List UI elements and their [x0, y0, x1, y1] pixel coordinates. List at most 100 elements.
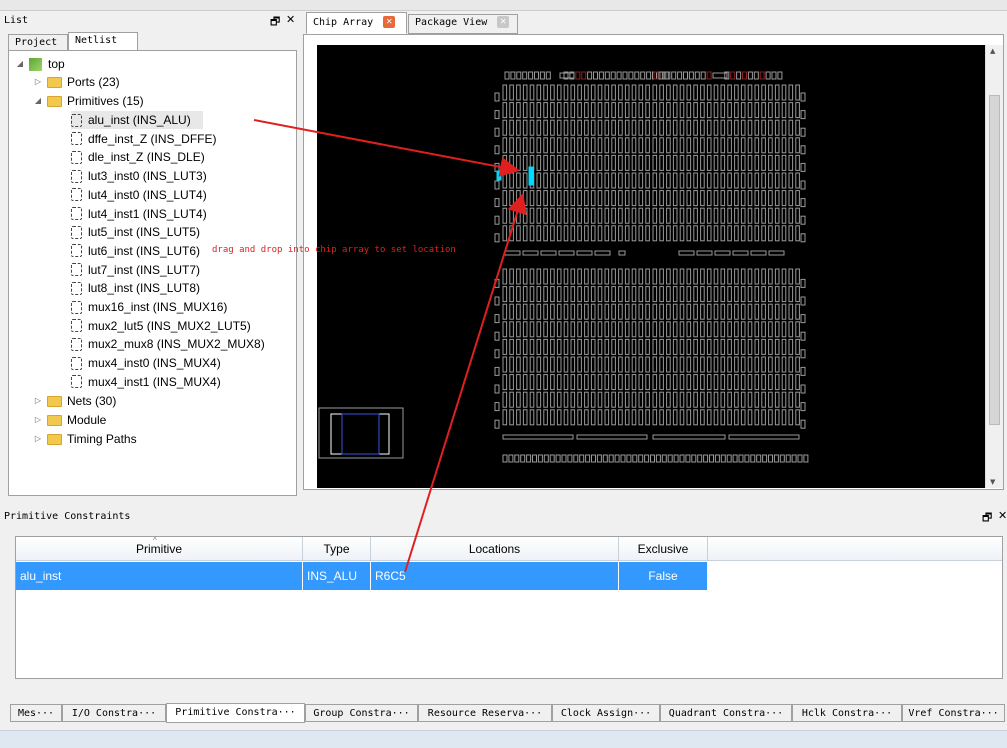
clb-cell[interactable]: [734, 321, 739, 338]
clb-cell[interactable]: [774, 119, 780, 136]
clb-cell[interactable]: [754, 268, 760, 285]
clb-cell[interactable]: [734, 374, 739, 391]
clb-cell[interactable]: [666, 190, 671, 207]
io-cell[interactable]: [644, 454, 650, 463]
clb-cell[interactable]: [502, 154, 508, 171]
clb-cell[interactable]: [795, 268, 800, 285]
clb-cell[interactable]: [679, 119, 685, 136]
io-cell[interactable]: [604, 71, 610, 80]
clb-cell[interactable]: [754, 84, 760, 101]
clb-cell[interactable]: [597, 409, 603, 426]
clb-cell[interactable]: [781, 102, 787, 119]
clb-cell[interactable]: [700, 391, 705, 408]
clb-cell[interactable]: [509, 391, 514, 408]
io-cell[interactable]: [494, 384, 500, 394]
clb-cell[interactable]: [774, 190, 780, 207]
clb-cell[interactable]: [768, 303, 773, 320]
tree-node-nets[interactable]: ▷ Nets (30): [33, 392, 116, 410]
clb-cell[interactable]: [529, 321, 535, 338]
clb-cell[interactable]: [686, 356, 692, 373]
clb-cell[interactable]: [740, 137, 746, 154]
clb-cell[interactable]: [659, 207, 664, 224]
clb-cell[interactable]: [645, 391, 650, 408]
clb-cell[interactable]: [686, 338, 692, 355]
clb-cell[interactable]: [686, 172, 692, 189]
clb-cell[interactable]: [516, 102, 521, 119]
clb-cell[interactable]: [768, 356, 773, 373]
clb-cell[interactable]: [761, 374, 766, 391]
clb-cell[interactable]: [700, 409, 705, 426]
clb-cell[interactable]: [774, 172, 780, 189]
clb-cell[interactable]: [556, 84, 562, 101]
clb-cell[interactable]: [516, 190, 521, 207]
io-cell[interactable]: [800, 278, 806, 288]
clb-cell[interactable]: [740, 286, 746, 303]
clb-cell[interactable]: [700, 321, 705, 338]
clb-cell[interactable]: [727, 84, 732, 101]
clb-cell[interactable]: [543, 137, 548, 154]
clb-cell[interactable]: [577, 338, 582, 355]
clb-cell[interactable]: [638, 303, 644, 320]
clb-cell[interactable]: [597, 119, 603, 136]
clb-cell[interactable]: [659, 391, 664, 408]
clb-cell[interactable]: [693, 374, 698, 391]
clb-cell[interactable]: [618, 409, 623, 426]
clb-cell[interactable]: [543, 119, 548, 136]
clb-cell[interactable]: [570, 303, 576, 320]
io-cell[interactable]: [673, 454, 679, 463]
clb-cell[interactable]: [563, 84, 569, 101]
clb-cell[interactable]: [781, 119, 787, 136]
clb-cell[interactable]: [638, 172, 644, 189]
clb-cell[interactable]: [590, 303, 596, 320]
clb-cell[interactable]: [624, 225, 630, 242]
clb-cell[interactable]: [631, 190, 637, 207]
clb-cell[interactable]: [713, 225, 719, 242]
clb-cell[interactable]: [672, 356, 678, 373]
clb-cell[interactable]: [774, 207, 780, 224]
clb-cell[interactable]: [645, 409, 650, 426]
clb-cell[interactable]: [700, 119, 705, 136]
clb-cell[interactable]: [543, 190, 548, 207]
clb-cell[interactable]: [720, 303, 726, 320]
clb-cell[interactable]: [720, 190, 726, 207]
clb-cell[interactable]: [516, 303, 521, 320]
io-cell[interactable]: [771, 71, 777, 80]
clb-cell[interactable]: [659, 84, 664, 101]
io-cell[interactable]: [526, 454, 532, 463]
clb-cell[interactable]: [590, 154, 596, 171]
clb-cell[interactable]: [631, 137, 637, 154]
clb-cell[interactable]: [556, 409, 562, 426]
clb-cell[interactable]: [631, 374, 637, 391]
clb-cell[interactable]: [740, 102, 746, 119]
clb-cell[interactable]: [597, 374, 603, 391]
clb-cell[interactable]: [686, 374, 692, 391]
clb-cell[interactable]: [700, 84, 705, 101]
io-cell[interactable]: [494, 419, 500, 429]
clb-cell[interactable]: [563, 268, 569, 285]
clb-cell[interactable]: [584, 268, 589, 285]
io-cell[interactable]: [800, 233, 806, 243]
clb-cell[interactable]: [638, 286, 644, 303]
clb-cell[interactable]: [577, 391, 582, 408]
clb-cell[interactable]: [516, 286, 521, 303]
clb-cell[interactable]: [693, 303, 698, 320]
io-cell[interactable]: [534, 71, 539, 80]
io-cell[interactable]: [720, 454, 726, 463]
clb-cell[interactable]: [529, 356, 535, 373]
clb-cell[interactable]: [686, 84, 692, 101]
clb-cell[interactable]: [672, 268, 678, 285]
clb-cell[interactable]: [522, 391, 528, 408]
clb-cell[interactable]: [638, 154, 644, 171]
clb-cell[interactable]: [781, 207, 787, 224]
clb-cell[interactable]: [720, 286, 726, 303]
io-cell[interactable]: [575, 71, 581, 80]
clb-cell[interactable]: [570, 409, 576, 426]
clb-cell[interactable]: [679, 303, 685, 320]
clb-cell[interactable]: [570, 154, 576, 171]
clb-cell[interactable]: [631, 84, 637, 101]
clb-cell[interactable]: [502, 303, 508, 320]
clb-cell[interactable]: [713, 286, 719, 303]
restore-icon[interactable]: 🗗: [982, 509, 992, 528]
clb-cell[interactable]: [509, 321, 514, 338]
close-icon[interactable]: ✕: [998, 509, 1007, 522]
